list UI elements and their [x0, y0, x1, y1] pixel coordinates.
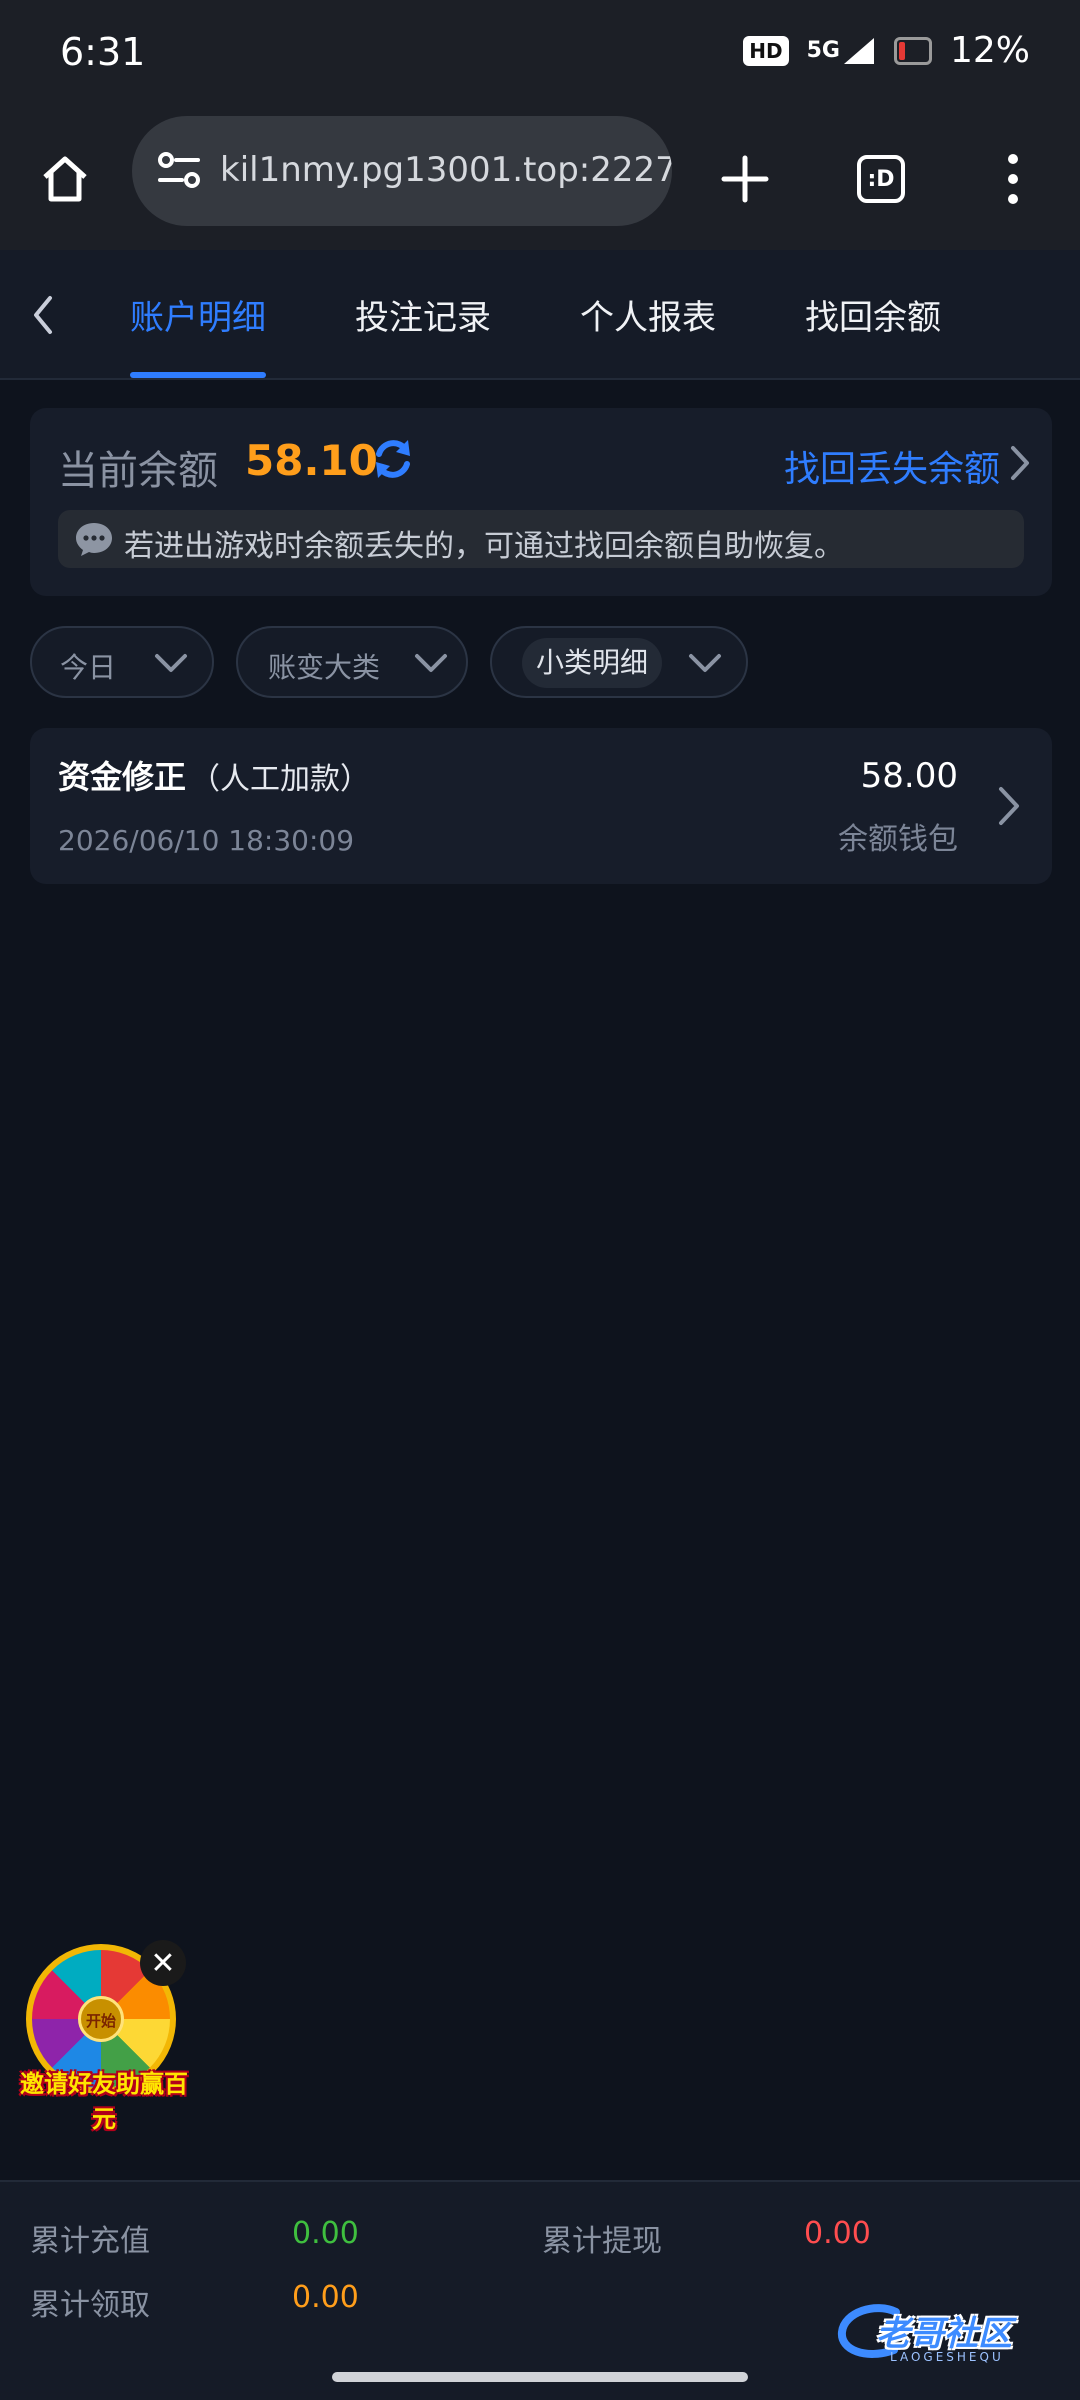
- watermark-text: 老哥社区: [876, 2314, 1012, 2354]
- nav-tabs: 账户明细 投注记录 个人报表 找回余额: [0, 250, 1080, 380]
- category-filter-dropdown[interactable]: 账变大类: [236, 626, 468, 698]
- category-filter-label: 账变大类: [268, 651, 381, 684]
- url-bar[interactable]: kil1nmy.pg13001.top:22272: [132, 116, 672, 226]
- new-tab-icon[interactable]: [710, 144, 780, 214]
- battery-level: 12%: [949, 30, 1030, 71]
- site-settings-icon[interactable]: [154, 146, 204, 200]
- notice-banner: 若进出游戏时余额丢失的，可通过找回余额自助恢复。: [58, 510, 1024, 568]
- chat-bubble-icon: [74, 520, 114, 562]
- watermark-subtext: LAOGESHEQU: [890, 2350, 1004, 2364]
- chevron-down-icon: [414, 648, 448, 682]
- refresh-icon[interactable]: [370, 436, 416, 486]
- status-icons: HD 5G 12%: [743, 30, 1030, 71]
- tab-switcher-label: :D: [857, 155, 905, 203]
- subcategory-filter-label: 小类明细: [522, 638, 663, 688]
- promo-caption: 邀请好友助赢百元: [20, 2070, 188, 2133]
- balance-card: 当前余额 58.10 找回丢失余额 若进出游戏时余额丢失的，可通过找回余额自助恢…: [30, 408, 1052, 596]
- battery-icon: [893, 36, 932, 65]
- record-wallet: 余额钱包: [838, 822, 958, 857]
- status-bar: 6:31 HD 5G 12%: [0, 0, 1080, 110]
- recover-lost-balance-link[interactable]: 找回丢失余额: [784, 440, 1000, 492]
- notice-text: 若进出游戏时余额丢失的，可通过找回余额自助恢复。: [124, 529, 844, 564]
- hd-badge: HD: [743, 35, 789, 66]
- tab-personal-report[interactable]: 个人报表: [580, 290, 716, 339]
- chevron-down-icon: [688, 648, 722, 682]
- balance-value: 58.10: [245, 436, 378, 485]
- watermark-logo: 老哥社区 LAOGESHEQU: [836, 2300, 1066, 2370]
- record-title: 资金修正: [58, 758, 187, 796]
- record-amount: 58.00: [860, 756, 958, 796]
- status-time: 6:31: [60, 30, 146, 74]
- active-tab-indicator: [130, 372, 266, 378]
- browser-toolbar: kil1nmy.pg13001.top:22272 :D: [0, 110, 1080, 250]
- balance-label: 当前余额: [58, 448, 218, 494]
- home-icon[interactable]: [30, 144, 100, 214]
- prize-wheel-hub-text: 开始: [85, 2012, 116, 2030]
- total-withdraw-label: 累计提现: [542, 2224, 662, 2259]
- date-filter-label: 今日: [60, 651, 117, 684]
- total-claim-label: 累计领取: [30, 2288, 150, 2323]
- url-text: kil1nmy.pg13001.top:22272: [220, 150, 672, 190]
- chevron-right-icon[interactable]: [1008, 444, 1032, 486]
- date-filter-dropdown[interactable]: 今日: [30, 626, 214, 698]
- tab-recover-balance[interactable]: 找回余额: [805, 290, 941, 339]
- home-gesture-bar[interactable]: [332, 2372, 748, 2382]
- total-recharge-label: 累计充值: [30, 2224, 150, 2259]
- total-claim-value: 0.00: [292, 2280, 359, 2315]
- chevron-right-icon[interactable]: [996, 784, 1022, 832]
- subcategory-filter-dropdown[interactable]: 小类明细: [490, 626, 748, 698]
- transaction-record-row[interactable]: 资金修正 （人工加款） 2026/06/10 18:30:09 58.00 余额…: [30, 728, 1052, 884]
- tab-bet-records[interactable]: 投注记录: [355, 290, 491, 339]
- total-recharge-value: 0.00: [292, 2216, 359, 2251]
- record-subtitle: （人工加款）: [190, 762, 370, 797]
- invite-friends-promo[interactable]: 开始 ✕ 邀请好友助赢百元: [14, 1940, 190, 2133]
- tab-switcher-button[interactable]: :D: [846, 144, 916, 214]
- total-withdraw-value: 0.00: [804, 2216, 871, 2251]
- signal-icon: 5G: [807, 36, 876, 66]
- tab-account-detail[interactable]: 账户明细: [130, 290, 266, 339]
- chevron-down-icon: [154, 648, 188, 682]
- more-menu-icon[interactable]: [978, 144, 1048, 214]
- prize-wheel-hub: 开始: [78, 1996, 124, 2042]
- network-label: 5G: [806, 37, 840, 63]
- close-icon[interactable]: ✕: [140, 1940, 186, 1986]
- back-icon[interactable]: [28, 292, 58, 342]
- record-timestamp: 2026/06/10 18:30:09: [58, 824, 355, 857]
